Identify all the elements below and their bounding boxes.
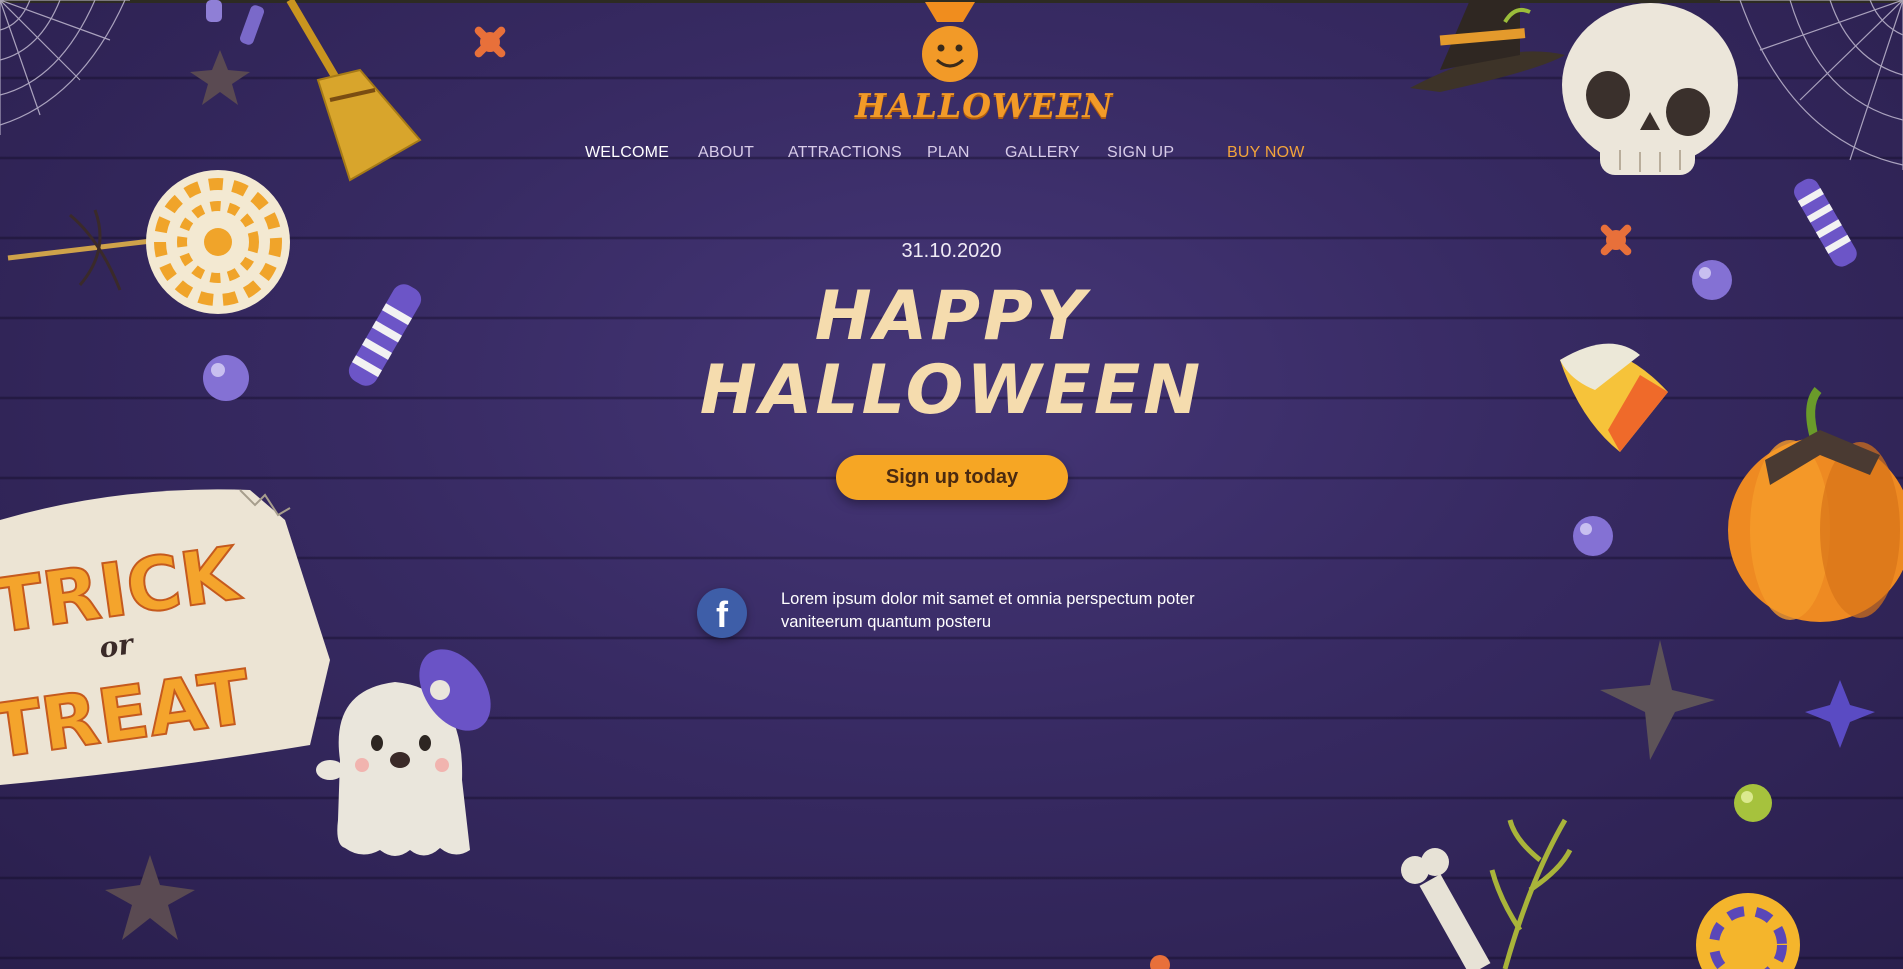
nav-buy-now[interactable]: BUY NOW	[1227, 144, 1305, 162]
nav-about[interactable]: ABOUT	[698, 144, 754, 162]
hero-title-line2: HALLOWEEN	[699, 351, 1204, 430]
main-nav: WELCOME ABOUT ATTRACTIONS PLAN GALLERY S…	[0, 144, 1903, 166]
nav-gallery[interactable]: GALLERY	[1005, 144, 1080, 162]
star-left-top	[190, 50, 250, 105]
ghost	[316, 649, 491, 856]
facebook-icon[interactable]: f	[697, 588, 747, 638]
nav-sign-up[interactable]: SIGN UP	[1107, 144, 1174, 162]
sign-up-today-button[interactable]: Sign up today	[836, 455, 1068, 500]
logo-text: HALLOWEEN	[855, 86, 1114, 125]
pumpkin-candy-icon	[922, 2, 978, 82]
logo[interactable]: HALLOWEEN	[855, 2, 1114, 127]
nav-plan[interactable]: PLAN	[927, 144, 970, 162]
hero-title-line1: HAPPY	[814, 277, 1089, 356]
nav-attractions[interactable]: ATTRACTIONS	[788, 144, 902, 162]
hero-title: HAPPY HALLOWEEN	[0, 280, 1903, 428]
cobweb-top-left	[0, 0, 130, 135]
nav-welcome[interactable]: WELCOME	[585, 144, 669, 162]
witch-hat	[1410, 0, 1565, 92]
event-date: 31.10.2020	[901, 240, 1002, 262]
bone	[1401, 848, 1491, 969]
social-text: Lorem ipsum dolor mit samet et omnia per…	[781, 590, 1195, 631]
leaves	[1489, 818, 1573, 969]
